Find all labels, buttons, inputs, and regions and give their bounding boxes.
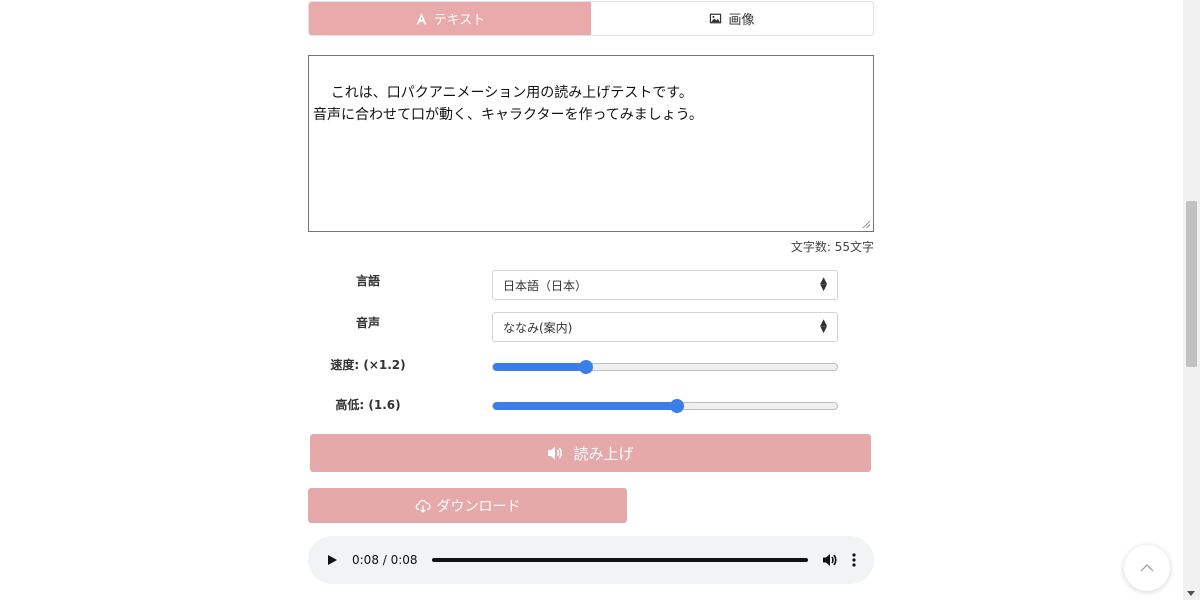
speed-label: 速度: (×1.2) <box>330 358 406 372</box>
language-select[interactable]: 日本語（日本） ▲ ▼ <box>492 270 838 300</box>
volume-icon[interactable] <box>822 552 838 568</box>
speaker-icon <box>548 446 563 460</box>
speech-text-input[interactable]: これは、口パクアニメーション用の読み上げテストです。 音声に合わせて口が動く、キ… <box>308 55 874 232</box>
audio-time: 0:08 / 0:08 <box>352 553 418 567</box>
download-label: ダウンロード <box>436 498 521 515</box>
select-arrows-icon: ▲ ▼ <box>820 276 827 293</box>
pitch-label: 高低: (1.6) <box>335 398 401 412</box>
select-arrows-icon: ▲ ▼ <box>820 318 827 335</box>
input-mode-tabs: テキスト 画像 <box>308 1 874 36</box>
pitch-slider-thumb[interactable] <box>670 399 685 413</box>
chevron-up-icon <box>1140 564 1154 572</box>
speed-slider-fill <box>493 363 586 371</box>
voice-select[interactable]: ななみ(案内) ▲ ▼ <box>492 312 838 342</box>
char-count: 文字数: 55文字 <box>790 240 874 254</box>
tab-image-label: 画像 <box>728 13 755 28</box>
tab-image[interactable]: 画像 <box>591 2 873 35</box>
download-button[interactable]: ダウンロード <box>308 488 627 523</box>
speed-slider-thumb[interactable] <box>578 360 593 374</box>
scrollbar-thumb[interactable] <box>1186 201 1197 367</box>
voice-select-value: ななみ(案内) <box>503 320 573 335</box>
cloud-download-icon <box>415 499 431 513</box>
back-to-top-button[interactable] <box>1124 545 1170 591</box>
language-select-value: 日本語（日本） <box>503 278 588 293</box>
font-icon <box>416 12 427 25</box>
scroll-down-arrow-icon[interactable] <box>1187 591 1195 596</box>
tab-text[interactable]: テキスト <box>309 2 591 35</box>
pitch-slider[interactable] <box>492 399 838 413</box>
play-icon[interactable] <box>326 554 338 566</box>
audio-player: 0:08 / 0:08 <box>308 536 874 584</box>
page-scrollbar[interactable] <box>1183 0 1200 600</box>
speech-text-value: これは、口パクアニメーション用の読み上げテストです。 音声に合わせて口が動く、キ… <box>313 85 703 123</box>
resize-grip-icon[interactable] <box>862 220 871 229</box>
voice-label: 音声 <box>355 316 380 330</box>
more-options-icon[interactable] <box>852 553 856 567</box>
tab-text-label: テキスト <box>433 13 486 28</box>
audio-progress-track[interactable] <box>431 558 808 562</box>
image-icon <box>710 13 722 24</box>
page: テキスト 画像 これは、口パクアニメーション用の読み上げテストです。 音声に合わ… <box>0 0 1200 600</box>
read-aloud-button[interactable]: 読み上げ <box>310 434 871 472</box>
speed-slider[interactable] <box>492 360 838 374</box>
pitch-slider-fill <box>493 402 678 410</box>
read-aloud-label: 読み上げ <box>573 444 634 463</box>
language-label: 言語 <box>355 274 380 288</box>
